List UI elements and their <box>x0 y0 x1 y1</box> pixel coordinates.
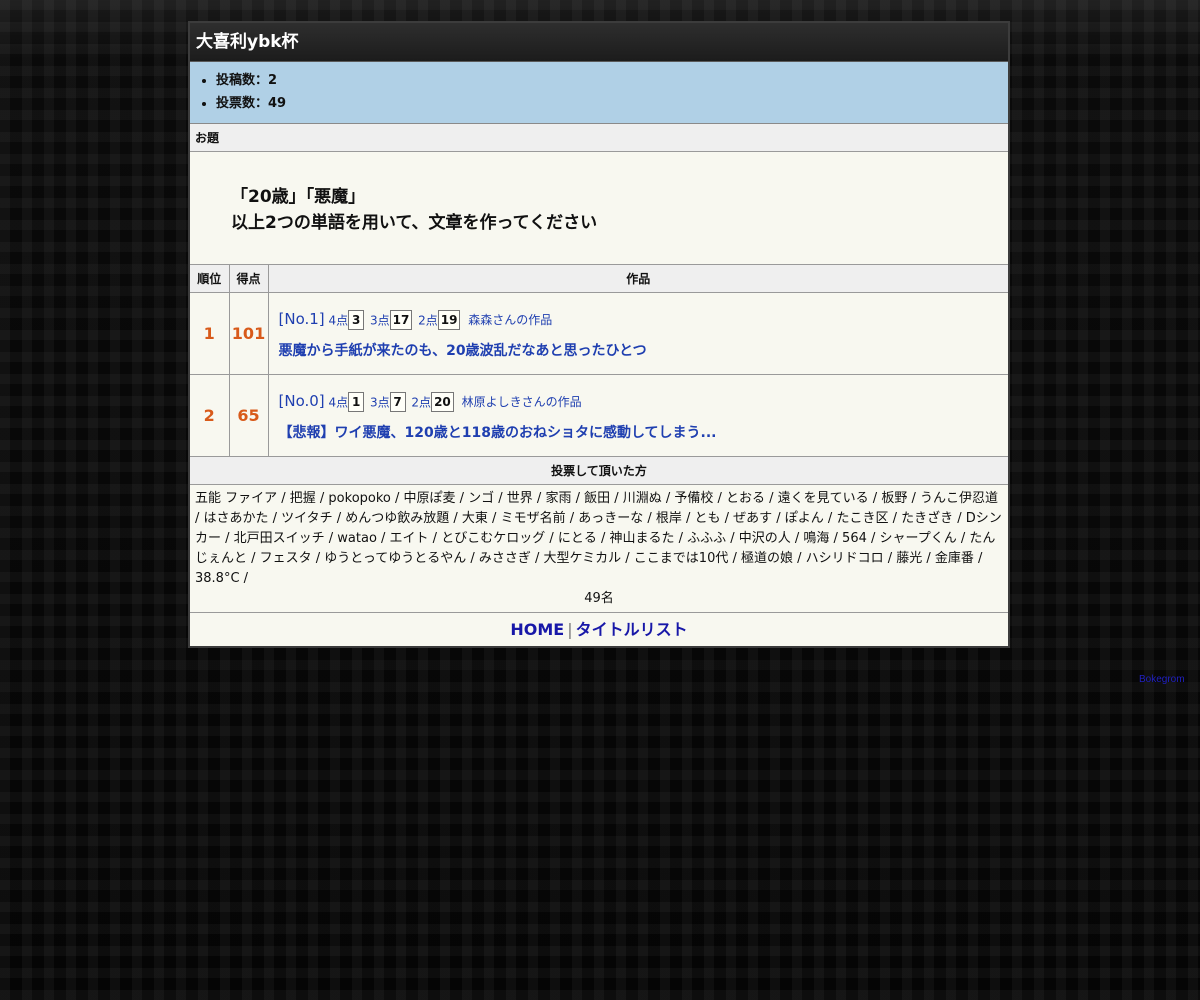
points-label: 4点 <box>328 395 349 409</box>
work-cell: [No.0] 4点 1 3点 7 2点 20 林原よしきさんの作品 【悲報】ワイ悪魔、… <box>268 374 1009 457</box>
work-meta: [No.0] 4点 1 3点 7 2点 20 林原よしきさんの作品 <box>279 389 1009 413</box>
odai-body: 「20歳」「悪魔」 以上2つの単語を用いて、文章を作ってください <box>190 152 1008 265</box>
points-label: 3点 <box>369 395 390 409</box>
score-column-header: 得点 <box>229 265 269 293</box>
voters-header: 投票して頂いた方 <box>190 457 1008 485</box>
work-meta: [No.1] 4点 3 3点 17 2点 19 森森さんの作品 <box>279 307 1009 331</box>
points-count: 1 <box>348 392 365 412</box>
work-number-link[interactable]: [No.1] <box>279 310 325 328</box>
points-count: 7 <box>389 392 406 412</box>
nav-separator: | <box>567 620 573 639</box>
points-count: 19 <box>437 310 461 330</box>
points-count: 17 <box>389 310 413 330</box>
voter-names: 五能 ファイア / 把握 / pokopoko / 中原ぽ麦 / ンゴ / 世界… <box>195 491 1002 586</box>
points-count: 20 <box>431 392 454 412</box>
voter-count: 49名 <box>584 591 614 606</box>
work-text-link[interactable]: 【悲報】ワイ悪魔、120歳と118歳のおねショタに感動してしまう... <box>279 423 1009 443</box>
points-label: 2点 <box>411 395 432 409</box>
submission-count: 投稿数：2 <box>216 69 1008 92</box>
home-link[interactable]: HOME <box>510 620 564 639</box>
odai-instruction: 以上2つの単語を用いて、文章を作ってください <box>231 213 598 233</box>
points-label: 3点 <box>369 313 390 327</box>
odai-header: お題 <box>190 124 1008 152</box>
rank-cell: 1 <box>190 292 230 375</box>
work-text-link[interactable]: 悪魔から手紙が来たのも、20歳波乱だなあと思ったひとつ <box>279 341 1009 361</box>
work-number-link[interactable]: [No.0] <box>279 392 325 410</box>
results-header-row: 順位 得点 作品 <box>190 265 1008 293</box>
points-label: 2点 <box>418 313 438 327</box>
author-link[interactable]: 森森さんの作品 <box>468 313 552 327</box>
vote-count: 投票数：49 <box>216 92 1008 115</box>
score-cell: 101 <box>229 292 269 375</box>
odai-words: 「20歳」「悪魔」 <box>231 187 366 207</box>
footer-nav: HOME | タイトルリスト <box>190 613 1008 646</box>
points-label: 4点 <box>328 313 349 327</box>
work-column-header: 作品 <box>268 265 1008 293</box>
page-title: 大喜利ybk杯 <box>190 23 1008 62</box>
author-link[interactable]: 林原よしきさんの作品 <box>462 395 582 409</box>
table-row: 1 101 [No.1] 4点 3 3点 17 2点 19 森森さんの作品 悪魔から手… <box>190 292 1009 375</box>
score-cell: 65 <box>229 374 269 457</box>
table-row: 2 65 [No.0] 4点 1 3点 7 2点 20 林原よしきさんの作品 【悲報】… <box>190 374 1009 457</box>
rank-column-header: 順位 <box>190 265 230 293</box>
background-credit-link[interactable]: Bokegrom <box>1139 674 1185 685</box>
points-count: 3 <box>348 310 365 330</box>
voters-list: 五能 ファイア / 把握 / pokopoko / 中原ぽ麦 / ンゴ / 世界… <box>190 485 1008 613</box>
results-table: 順位 得点 作品 1 101 [No.1] 4点 3 3点 17 2点 19 森森さん… <box>190 265 1008 457</box>
title-list-link[interactable]: タイトルリスト <box>576 620 688 639</box>
stats-list: 投稿数：2 投票数：49 <box>190 69 1008 115</box>
stats-box: 投稿数：2 投票数：49 <box>190 62 1008 124</box>
contest-panel: 大喜利ybk杯 投稿数：2 投票数：49 お題 「20歳」「悪魔」 以上2つの単… <box>188 21 1010 648</box>
rank-cell: 2 <box>190 374 230 457</box>
work-cell: [No.1] 4点 3 3点 17 2点 19 森森さんの作品 悪魔から手紙が来たのも… <box>268 292 1009 375</box>
